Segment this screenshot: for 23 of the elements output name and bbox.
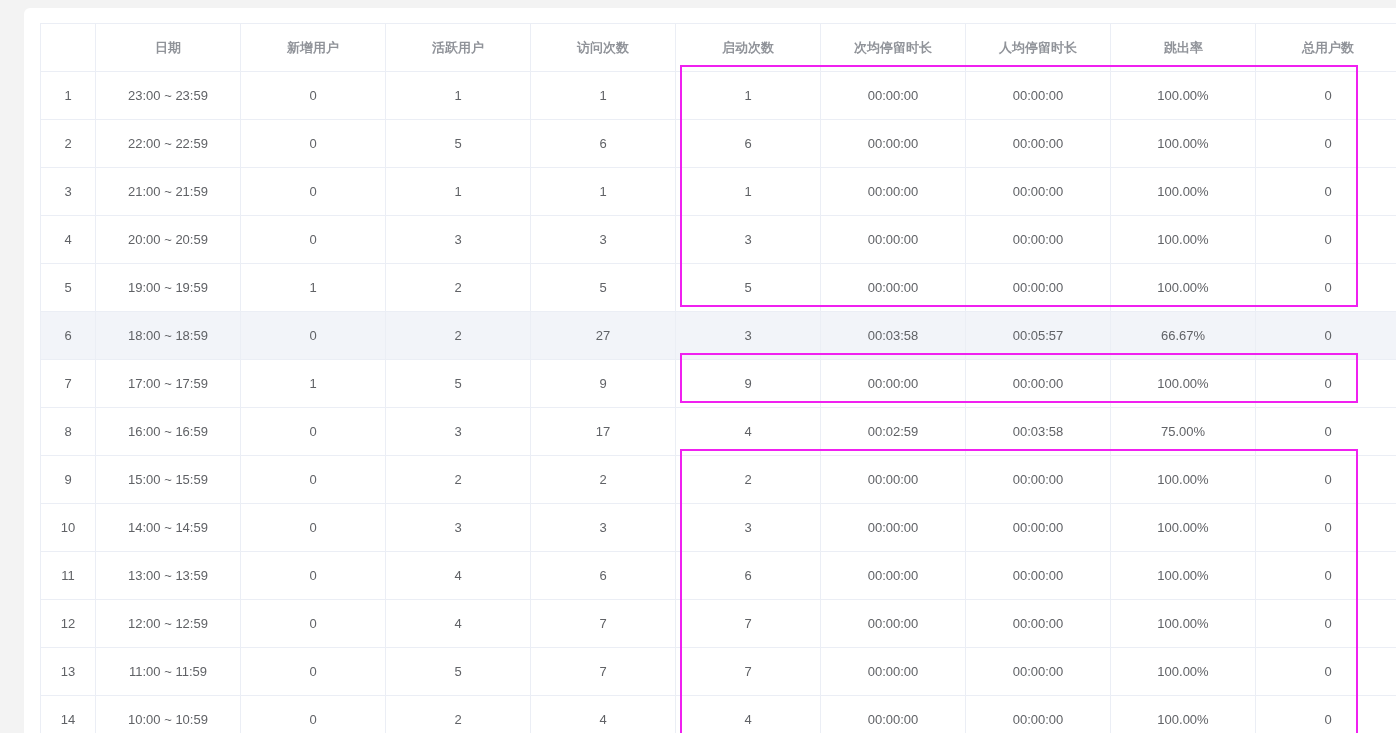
table-row[interactable]: 3 21:00 ~ 21:59 0 1 1 1 00:00:00 00:00:00 100.00% 0 xyxy=(41,168,1396,216)
table-row[interactable]: 4 20:00 ~ 20:59 0 3 3 3 00:00:00 00:00:00 100.00% 0 xyxy=(41,216,1396,264)
table-cell: 10:00 ~ 10:59 xyxy=(96,696,241,733)
table-row[interactable]: 10 14:00 ~ 14:59 0 3 3 3 00:00:00 00:00:00 100.00% 0 xyxy=(41,504,1396,552)
table-row[interactable]: 2 22:00 ~ 22:59 0 5 6 6 00:00:00 00:00:00 100.00% 0 xyxy=(41,120,1396,168)
table-row[interactable]: 12 12:00 ~ 12:59 0 4 7 7 00:00:00 00:00:00 100.00% 0 xyxy=(41,600,1396,648)
table-cell: 14 xyxy=(41,696,96,733)
table-cell: 4 xyxy=(676,696,821,733)
table-cell: 0 xyxy=(241,696,386,733)
table-row[interactable]: 13 11:00 ~ 11:59 0 5 7 7 00:00:00 00:00:00 100.00% 0 xyxy=(41,648,1396,696)
table-cell: 100.00% xyxy=(1111,696,1256,733)
table-row[interactable]: 8 16:00 ~ 16:59 0 3 17 4 00:02:59 00:03:58 75.00% 0 xyxy=(41,408,1396,456)
table-row[interactable]: 7 17:00 ~ 17:59 1 5 9 9 00:00:00 00:00:00 100.00% 0 xyxy=(41,360,1396,408)
table-cell: 0 xyxy=(1256,696,1396,733)
table-cell: 4 xyxy=(531,696,676,733)
table-cell: 00:00:00 xyxy=(966,696,1111,733)
table-cell: 00:00:00 xyxy=(821,696,966,733)
table-row[interactable]: 5 19:00 ~ 19:59 1 2 5 5 00:00:00 00:00:00 100.00% 0 xyxy=(41,264,1396,312)
table-row[interactable]: 6 18:00 ~ 18:59 0 2 27 3 00:03:58 00:05:57 66.67% 0 xyxy=(41,312,1396,360)
table-row[interactable]: 11 13:00 ~ 13:59 0 4 6 6 00:00:00 00:00:00 100.00% 0 xyxy=(41,552,1396,600)
table-cell: 2 xyxy=(386,696,531,733)
table-row[interactable]: 9 15:00 ~ 15:59 0 2 2 2 00:00:00 00:00:00 100.00% 0 xyxy=(41,456,1396,504)
table-row[interactable]: 1 23:00 ~ 23:59 0 1 1 1 00:00:00 00:00:00 100.00% 0 xyxy=(41,72,1396,120)
